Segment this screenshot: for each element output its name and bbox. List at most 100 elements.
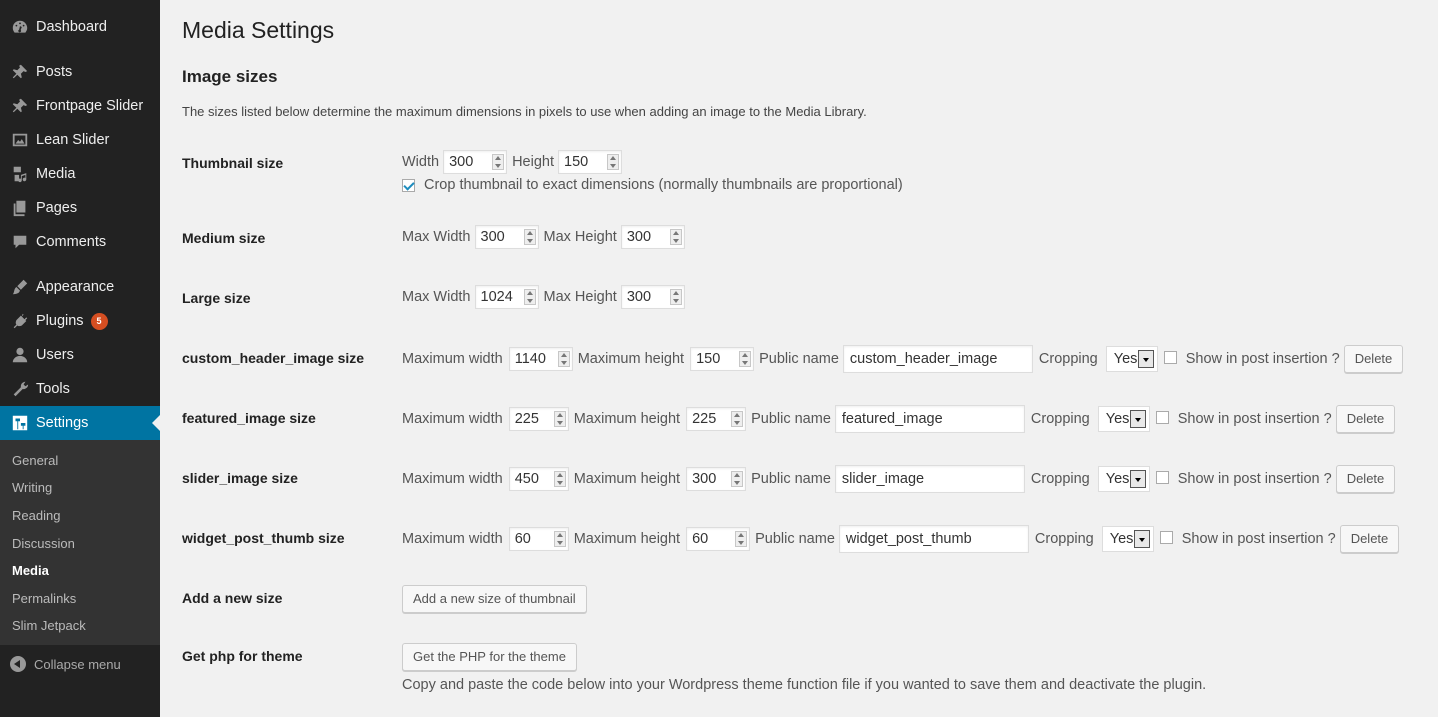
submenu-slim-jetpack[interactable]: Slim Jetpack [12,618,86,633]
sidebar-item-label: Dashboard [36,19,107,35]
thumbnail-height-input[interactable]: 150 [558,150,622,174]
sidebar-item-tools[interactable]: Tools [0,372,160,406]
public-name-input[interactable]: widget_post_thumb [838,525,1029,553]
max-height-label: Maximum height [573,471,681,487]
medium-height-input[interactable]: 300 [620,225,685,249]
custom-width-input[interactable]: 225 [508,407,569,431]
custom-size-label: widget_post_thumb size [182,530,345,546]
delete-button[interactable]: Delete [1339,525,1400,553]
thumbnail-width-input[interactable]: 300 [443,150,508,174]
submenu-writing[interactable]: Writing [12,480,52,495]
spinner-icon[interactable] [731,411,744,427]
sidebar-item-label: Frontpage Slider [36,98,144,114]
get-php-button[interactable]: Get the PHP for the theme [402,643,577,671]
custom-size-row: Maximum width 60 Maximum height 60 Publi… [402,525,1400,553]
public-name-input[interactable]: featured_image [834,405,1025,433]
submenu-general[interactable]: General [12,453,58,468]
spinner-icon[interactable] [669,289,682,305]
collapse-menu-label: Collapse menu [34,656,121,672]
pin-icon [0,63,36,81]
spinner-icon[interactable] [492,154,505,170]
show-in-post-label: Show in post insertion ? [1177,471,1332,487]
sidebar-item-lean-slider[interactable]: Lean Slider [0,123,160,157]
custom-width-input[interactable]: 60 [508,527,569,551]
show-in-post-label: Show in post insertion ? [1185,351,1340,367]
intro-text: The sizes listed below determine the max… [182,104,867,119]
medium-size-label: Medium size [182,230,266,246]
custom-height-input[interactable]: 300 [686,467,747,491]
custom-size-label: custom_header_image size [182,350,365,366]
custom-width-input[interactable]: 450 [508,467,569,491]
submenu-reading[interactable]: Reading [12,508,60,523]
sidebar-item-comments[interactable]: Comments [0,225,160,259]
delete-button[interactable]: Delete [1335,465,1396,493]
collapse-menu-button[interactable]: Collapse menu [10,656,121,672]
custom-height-input[interactable]: 60 [686,527,751,551]
show-in-post-label: Show in post insertion ? [1181,531,1336,547]
collapse-arrow-icon [10,656,26,672]
cropping-label: Cropping [1030,471,1090,487]
sidebar-item-settings[interactable]: Settings [0,406,160,440]
cropping-select[interactable]: Yes [1097,466,1150,492]
show-in-post-checkbox[interactable] [1155,410,1169,424]
add-new-size-label: Add a new size [182,590,283,606]
custom-height-input[interactable]: 225 [686,407,747,431]
show-in-post-checkbox[interactable] [1159,530,1173,544]
sidebar-item-label: Comments [36,234,107,250]
sidebar-item-plugins[interactable]: Plugins 5 [0,304,160,338]
spinner-icon[interactable] [553,471,566,487]
sidebar-item-label: Lean Slider [36,132,110,148]
sidebar-item-appearance[interactable]: Appearance [0,270,160,304]
crop-thumbnail-row: Crop thumbnail to exact dimensions (norm… [402,177,903,193]
add-new-size-button[interactable]: Add a new size of thumbnail [402,585,587,613]
spinner-icon[interactable] [523,229,536,245]
public-name-input[interactable]: slider_image [834,465,1025,493]
cropping-select[interactable]: Yes [1105,346,1158,372]
spinner-icon[interactable] [735,531,748,547]
submenu-permalinks[interactable]: Permalinks [12,591,76,606]
cropping-select[interactable]: Yes [1097,406,1150,432]
large-size-row: Max Width 1024 Max Height 300 [402,285,690,309]
spinner-icon[interactable] [731,471,744,487]
max-height-label: Maximum height [577,351,685,367]
submenu-discussion[interactable]: Discussion [12,536,75,551]
sidebar-item-media[interactable]: Media [0,157,160,191]
delete-button[interactable]: Delete [1335,405,1396,433]
crop-thumbnail-checkbox[interactable] [402,178,415,192]
spinner-icon[interactable] [553,411,566,427]
custom-width-input[interactable]: 1140 [508,347,573,371]
submenu-media[interactable]: Media [12,563,49,578]
large-height-input[interactable]: 300 [620,285,685,309]
spinner-icon[interactable] [557,351,570,367]
sidebar-item-dashboard[interactable]: Dashboard [0,10,160,44]
sidebar-item-frontpage-slider[interactable]: Frontpage Slider [0,89,160,123]
spinner-icon[interactable] [553,531,566,547]
large-width-input[interactable]: 1024 [474,285,539,309]
cropping-select[interactable]: Yes [1101,526,1154,552]
wrench-icon [0,380,36,398]
show-in-post-checkbox[interactable] [1163,350,1177,364]
medium-width-input[interactable]: 300 [474,225,539,249]
custom-size-row: Maximum width 450 Maximum height 300 Pub… [402,465,1396,493]
settings-icon [0,414,36,432]
custom-height-input[interactable]: 150 [690,347,755,371]
thumbnail-size-row: Width 300 Height 150 [402,150,627,174]
sidebar-item-users[interactable]: Users [0,338,160,372]
sidebar-item-label: Pages [36,200,78,216]
sidebar-item-pages[interactable]: Pages [0,191,160,225]
max-width-label: Max Width [402,289,471,305]
sidebar-item-posts[interactable]: Posts [0,55,160,89]
spinner-icon[interactable] [607,154,619,170]
public-name-input[interactable]: custom_header_image [842,345,1033,373]
page-title: Media Settings [182,17,335,43]
delete-button[interactable]: Delete [1343,345,1404,373]
chevron-down-icon [1129,410,1146,428]
show-in-post-checkbox[interactable] [1155,470,1169,484]
max-height-label: Maximum height [573,531,681,547]
spinner-icon[interactable] [669,229,682,245]
large-size-label: Large size [182,290,251,306]
public-name-label: Public name [751,471,831,487]
add-new-size-row: Add a new size of thumbnail [402,585,587,613]
spinner-icon[interactable] [523,289,536,305]
spinner-icon[interactable] [739,351,752,367]
